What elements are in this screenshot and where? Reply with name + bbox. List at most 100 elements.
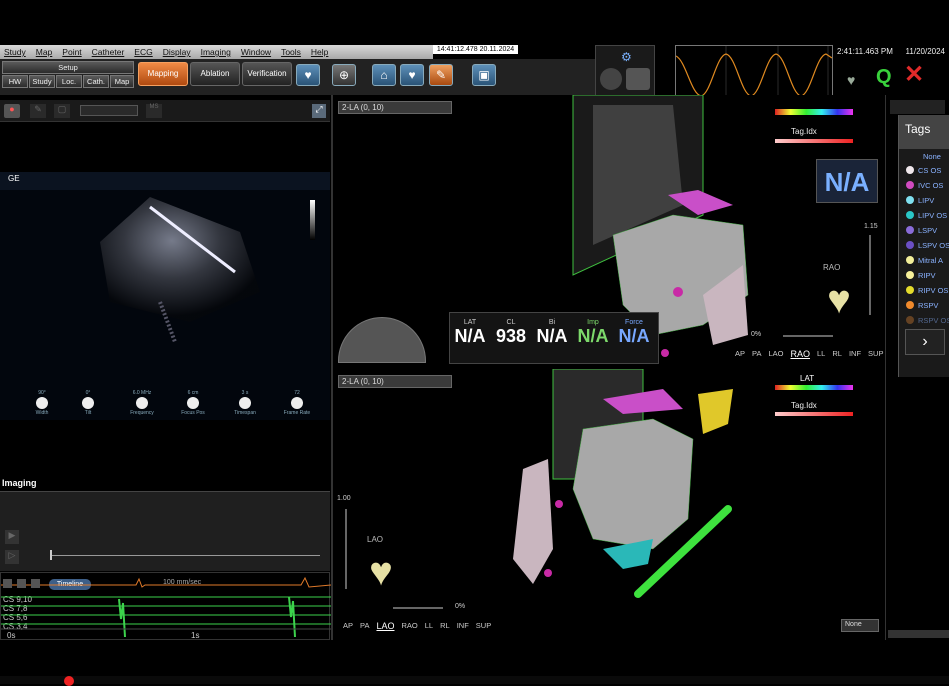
menu-map[interactable]: Map [36, 47, 53, 57]
view-rao-bottom[interactable]: RAO [401, 621, 417, 631]
frequency-control[interactable]: 6.0 MHz Frequency [125, 390, 159, 416]
loc-button[interactable]: Loc. [56, 75, 82, 88]
imaging-timeline[interactable] [50, 555, 320, 556]
tilt-control[interactable]: 0° Tilt [74, 390, 102, 416]
menu-window[interactable]: Window [241, 47, 271, 57]
view-ap-bottom[interactable]: AP [343, 621, 353, 631]
menu-imaging[interactable]: Imaging [201, 47, 231, 57]
ecg-settings-icon[interactable] [17, 579, 26, 588]
ecg-zoom-icon[interactable] [3, 579, 12, 588]
tag-item[interactable]: RSPV OS [899, 313, 949, 327]
menu-help[interactable]: Help [311, 47, 328, 57]
chevron-right-icon[interactable]: › [905, 329, 945, 355]
tag-item[interactable]: CS OS [899, 163, 949, 177]
view-lao-top[interactable]: LAO [768, 349, 783, 359]
tag-item[interactable]: RIPV [899, 268, 949, 282]
map-select-top[interactable]: 2-LA (0, 10) [338, 101, 452, 114]
zoom-slider-top[interactable] [869, 235, 871, 315]
tag-item[interactable]: LSPV [899, 223, 949, 237]
view-rl-top[interactable]: RL [832, 349, 842, 359]
menu-study[interactable]: Study [4, 47, 26, 57]
view-inf-top[interactable]: INF [849, 349, 861, 359]
rotation-control[interactable] [338, 317, 426, 363]
map-button[interactable]: Map [110, 75, 134, 88]
menu-display[interactable]: Display [163, 47, 191, 57]
imaging-title: Imaging [2, 478, 37, 488]
mapping-mode-button[interactable]: Mapping [138, 62, 188, 86]
preset-select[interactable] [80, 105, 138, 116]
view-inf-bottom[interactable]: INF [457, 621, 469, 631]
width-control[interactable]: 90° Width [28, 390, 56, 416]
map-select-bottom[interactable]: 2-LA (0, 10) [338, 375, 452, 388]
target-icon[interactable]: ⊕ [332, 64, 356, 86]
zoom-value-top: 1.15 [864, 223, 878, 230]
ecg-traces [1, 576, 331, 638]
view-ll-top[interactable]: LL [817, 349, 825, 359]
tag-item[interactable]: LIPV [899, 193, 949, 207]
menu-tools[interactable]: Tools [281, 47, 301, 57]
menu-catheter[interactable]: Catheter [92, 47, 125, 57]
focus-pos-control[interactable]: 6 cm Focus Pos [176, 390, 210, 416]
opacity-slider-top[interactable] [783, 335, 833, 337]
ms-icon[interactable]: MS [146, 104, 162, 118]
screen-icon[interactable]: ▣ [472, 64, 496, 86]
catheter-tip-icon[interactable] [626, 68, 650, 90]
right-scrollbar[interactable] [888, 630, 949, 638]
catheter-view-icon[interactable] [600, 68, 622, 90]
tag-item[interactable]: IVC OS [899, 178, 949, 192]
none-select[interactable]: None [841, 619, 879, 632]
q-icon[interactable]: Q [876, 66, 892, 89]
view-buttons-bottom: AP PA LAO RAO LL RL INF SUP [343, 621, 491, 631]
view-rl-bottom[interactable]: RL [440, 621, 450, 631]
view-pa-top[interactable]: PA [752, 349, 761, 359]
view-pa-bottom[interactable]: PA [360, 621, 369, 631]
cath-button[interactable]: Cath. [83, 75, 109, 88]
step-icon[interactable]: ▷ [5, 550, 19, 564]
readout-force: Force N/A [618, 319, 650, 346]
opacity-slider-bottom[interactable] [393, 607, 443, 609]
timespan-control[interactable]: 3 s Timespan [228, 390, 262, 416]
ecg-freeze-icon[interactable] [31, 579, 40, 588]
tag-item[interactable]: LSPV OS [899, 238, 949, 252]
heart-icon[interactable]: ♥ [400, 64, 424, 86]
pen-icon[interactable]: ✎ [30, 104, 46, 118]
view-ap-top[interactable]: AP [735, 349, 745, 359]
menu-ecg[interactable]: ECG [134, 47, 152, 57]
ultrasound-header [0, 172, 330, 190]
tag-item[interactable]: Mitral A [899, 253, 949, 267]
zoom-slider-bottom[interactable] [345, 509, 347, 589]
gear-icon[interactable]: ⚙ [621, 50, 632, 64]
catheter-readout-panel: LAT N/A CL 938 Bi N/A Imp N/A Force N/A [449, 312, 659, 364]
close-x-icon[interactable]: ✕ [904, 60, 924, 89]
bell-icon[interactable]: ⌂ [372, 64, 396, 86]
view-sup-bottom[interactable]: SUP [476, 621, 491, 631]
menu-bar: Study Map Point Catheter ECG Display Ima… [0, 45, 433, 59]
hw-button[interactable]: HW [2, 75, 28, 88]
verification-mode-button[interactable]: Verification [242, 62, 292, 86]
view-rao-top[interactable]: RAO [790, 349, 810, 359]
system-timestamp: 14:41:12.478 20.11.2024 [433, 45, 518, 54]
fullscreen-icon[interactable]: ⤢ [312, 104, 326, 118]
menu-point[interactable]: Point [62, 47, 81, 57]
tag-item[interactable]: RIPV OS [899, 283, 949, 297]
tag-idx-label-bottom: Tag.Idx [791, 401, 817, 410]
ablation-mode-button[interactable]: Ablation [190, 62, 240, 86]
view-sup-top[interactable]: SUP [868, 349, 883, 359]
tag-item[interactable]: LIPV OS [899, 208, 949, 222]
lat-color-bar [775, 385, 853, 390]
frame-rate-control[interactable]: 72 Frame Rate [280, 390, 314, 416]
view-lao-bottom[interactable]: LAO [376, 621, 394, 631]
record-icon[interactable]: ● [4, 104, 20, 118]
catheter-icon[interactable]: ✎ [429, 64, 453, 86]
heart-add-icon[interactable]: ♥ [296, 64, 320, 86]
tag-item[interactable]: RSPV [899, 298, 949, 312]
tags-title: Tags [899, 115, 949, 149]
study-button[interactable]: Study [29, 75, 55, 88]
tag-item-none[interactable]: None [899, 149, 949, 163]
imaging-timeline-handle[interactable] [50, 550, 52, 560]
view-ll-bottom[interactable]: LL [425, 621, 433, 631]
setup-button[interactable]: Setup [2, 61, 134, 74]
readout-imp: Imp N/A [577, 319, 609, 346]
camera-icon[interactable]: ▢ [54, 104, 70, 118]
play-icon[interactable]: ▶ [5, 530, 19, 544]
